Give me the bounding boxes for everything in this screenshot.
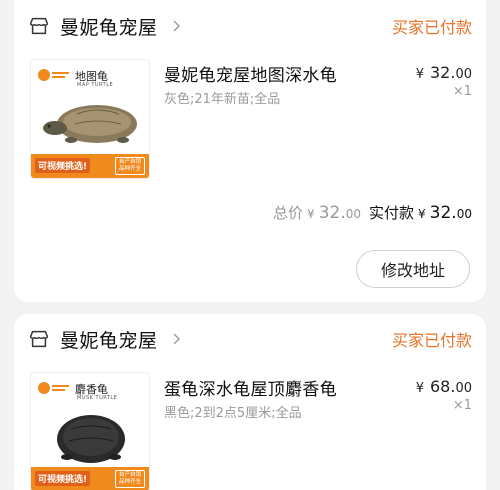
promo-text: 可视频挑选!: [35, 471, 91, 486]
paid-integer: 32.: [429, 203, 457, 223]
promo-badge-line1: 自产自销: [118, 159, 141, 165]
price-integer: 68.: [430, 377, 456, 396]
price-decimal: 00: [455, 381, 472, 396]
promo-badge-line2: 品种齐全: [118, 479, 141, 485]
total-integer: 32.: [318, 203, 346, 223]
paid-currency: ¥: [418, 207, 426, 221]
paid-label: 实付款: [369, 204, 415, 222]
shop-icon: [30, 330, 48, 348]
promo-badge-line1: 自产自销: [118, 472, 141, 478]
promo-badge-line2: 品种齐全: [118, 166, 141, 172]
price-currency: ¥: [415, 381, 424, 396]
product-quantity: ×1: [452, 84, 472, 99]
product-title[interactable]: 曼妮龟宠屋地图深水龟: [164, 61, 337, 86]
order-card: 曼妮龟宠屋 买家已付款 麝香龟 MUSK TURTLE 可视频挑选! 自产自销 …: [14, 314, 486, 490]
turtle-image: [43, 105, 137, 143]
promo-text: 可视频挑选!: [35, 158, 91, 173]
product-thumbnail[interactable]: 麝香龟 MUSK TURTLE 可视频挑选! 自产自销 品种齐全: [30, 372, 150, 490]
shop-header[interactable]: 曼妮龟宠屋 买家已付款: [28, 324, 472, 354]
price-currency: ¥: [415, 67, 424, 82]
order-list: 曼妮龟宠屋 买家已付款 地图龟 MAP TURTLE 可视频挑选! 自产自销 品…: [0, 0, 500, 490]
total-label: 总价: [273, 204, 304, 222]
shop-name[interactable]: 曼妮龟宠屋: [60, 13, 158, 40]
order-status: 买家已付款: [391, 18, 472, 37]
product-price: ¥68.00: [416, 377, 472, 396]
modify-address-button[interactable]: 修改地址: [356, 250, 470, 288]
product-spec: 黑色;2到2点5厘米;全品: [164, 406, 302, 421]
brand-logo-icon: [38, 382, 69, 394]
turtle-image: [57, 415, 125, 463]
brand-logo-icon: [38, 69, 69, 81]
order-card: 曼妮龟宠屋 买家已付款 地图龟 MAP TURTLE 可视频挑选! 自产自销 品…: [14, 0, 486, 302]
promo-badge: 自产自销 品种齐全: [114, 470, 145, 488]
total-currency: ¥: [307, 207, 315, 221]
product-title[interactable]: 蛋龟深水龟屋顶麝香龟: [164, 375, 337, 400]
chevron-right-icon[interactable]: [170, 20, 182, 32]
shop-header[interactable]: 曼妮龟宠屋 买家已付款: [28, 11, 472, 41]
price-integer: 32.: [430, 63, 456, 82]
promo-badge: 自产自销 品种齐全: [114, 157, 145, 175]
total-decimal: 00: [345, 207, 362, 221]
product-quantity: ×1: [452, 398, 472, 413]
price-decimal: 00: [455, 67, 472, 82]
shop-icon: [30, 17, 48, 35]
paid-decimal: 00: [456, 207, 472, 221]
chevron-right-icon[interactable]: [170, 333, 182, 345]
order-totals: 总价 ¥ 32. 00 实付款 ¥ 32. 00: [273, 202, 472, 223]
order-status: 买家已付款: [391, 331, 472, 350]
product-thumbnail[interactable]: 地图龟 MAP TURTLE 可视频挑选! 自产自销 品种齐全: [30, 59, 150, 179]
product-spec: 灰色;21年新苗;全品: [164, 92, 281, 107]
shop-name[interactable]: 曼妮龟宠屋: [60, 326, 158, 353]
product-price: ¥32.00: [416, 63, 472, 82]
